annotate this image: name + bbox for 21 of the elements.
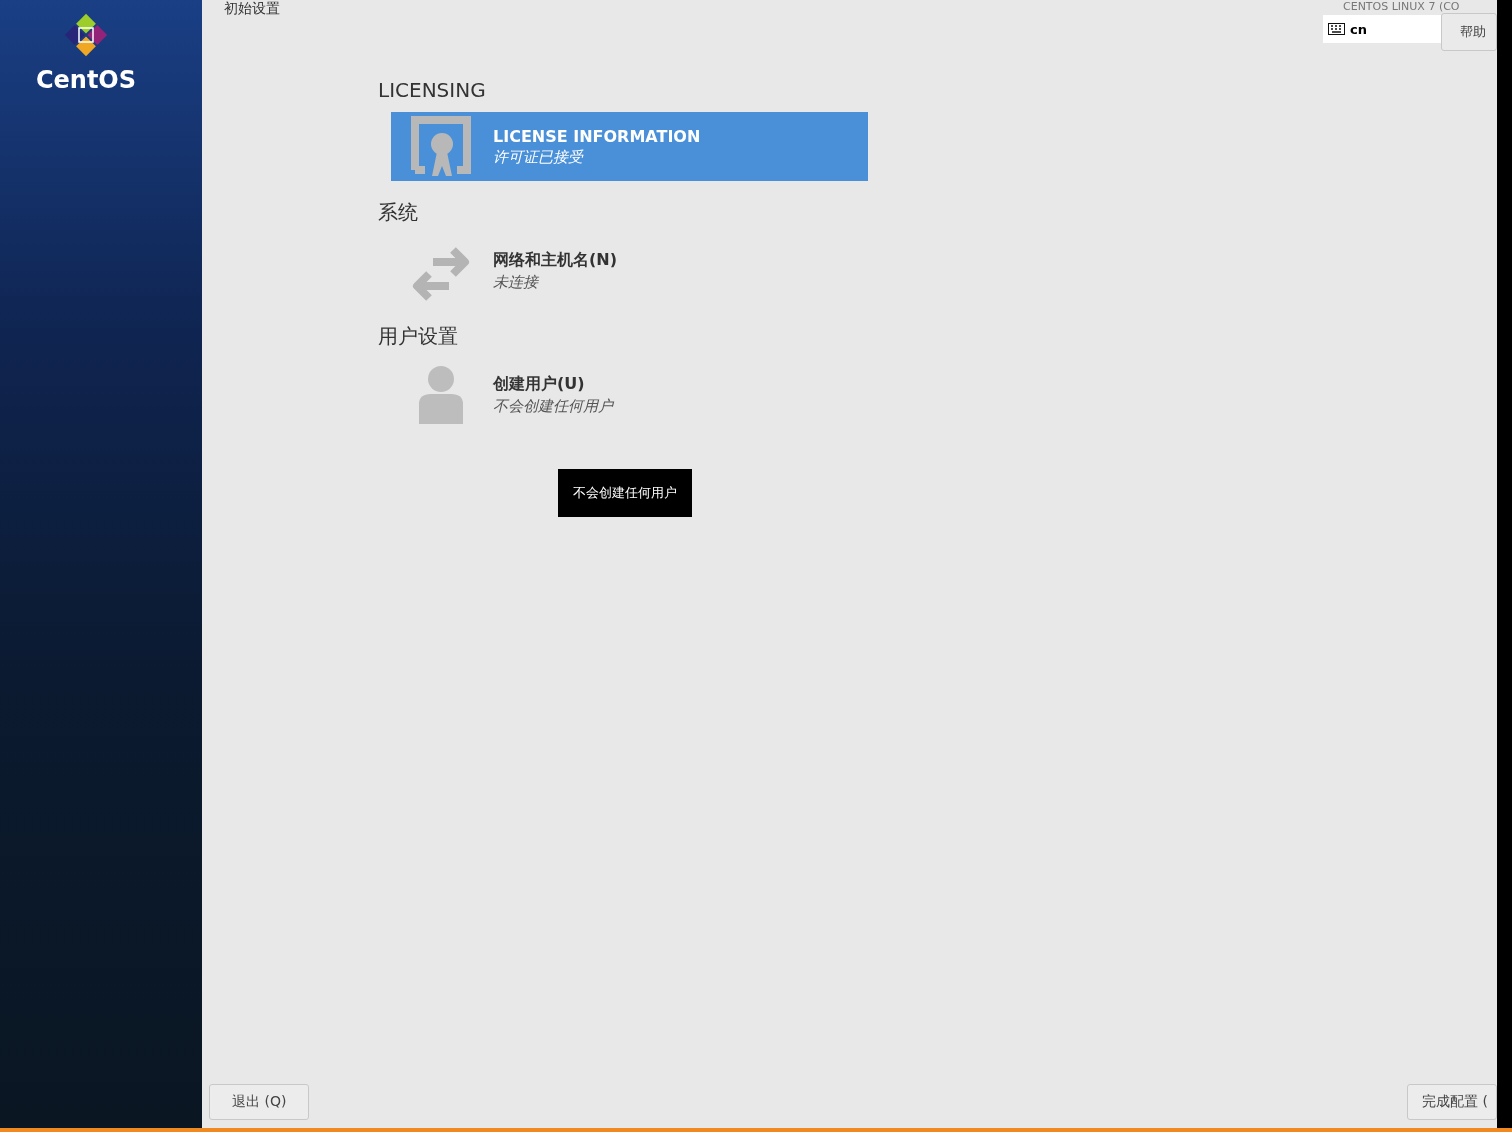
hub-status: 许可证已接受 bbox=[493, 147, 585, 167]
section-title: 系统 bbox=[378, 199, 418, 226]
keyboard-layout-field[interactable]: cn bbox=[1323, 15, 1441, 43]
hub-title: 网络和主机名(N) bbox=[493, 249, 617, 271]
hub-title: 创建用户(U) bbox=[493, 373, 586, 395]
hub-item[interactable]: 网络和主机名(N) 未连接 bbox=[391, 236, 868, 305]
logo-text: CentOS bbox=[35, 66, 137, 94]
finish-configuration-button[interactable]: 完成配置 ( bbox=[1407, 1084, 1497, 1120]
tooltip: 不会创建任何用户 bbox=[558, 469, 692, 517]
keyboard-layout-text: cn bbox=[1350, 21, 1367, 37]
keyboard-icon bbox=[1328, 23, 1345, 35]
help-button[interactable]: 帮助 bbox=[1441, 13, 1497, 51]
section-title: LICENSING bbox=[378, 78, 486, 102]
product-name: CENTOS LINUX 7 (CO bbox=[1342, 0, 1460, 13]
quit-button[interactable]: 退出 (Q) bbox=[209, 1084, 310, 1120]
hub-status: 未连接 bbox=[493, 272, 540, 292]
hub-item[interactable]: 创建用户(U) 不会创建任何用户 bbox=[391, 360, 868, 429]
hub-status: 不会创建任何用户 bbox=[493, 396, 613, 416]
section-title: 用户设置 bbox=[378, 323, 458, 350]
hub-title: LICENSE INFORMATION bbox=[493, 126, 701, 146]
window-title: 初始设置 bbox=[223, 0, 280, 18]
